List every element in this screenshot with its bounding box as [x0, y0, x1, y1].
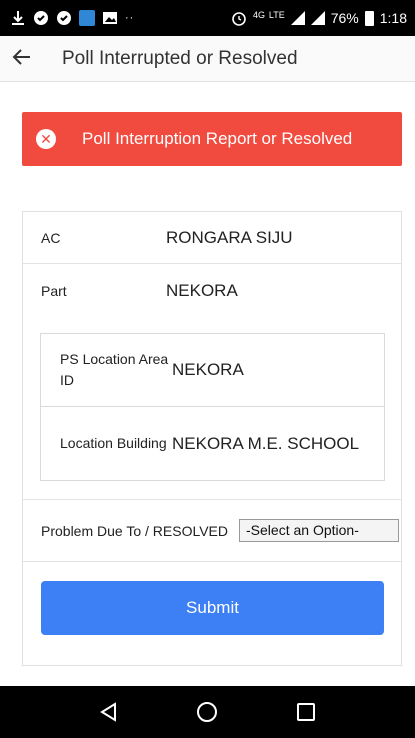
problem-label: Problem Due To / RESOLVED — [41, 522, 229, 539]
ps-location-value: NEKORA — [172, 360, 244, 379]
submit-label: Submit — [186, 598, 239, 617]
shield-icon — [56, 10, 72, 26]
part-row: Part NEKORA — [23, 264, 401, 317]
app-bar: Poll Interrupted or Resolved — [0, 36, 415, 82]
close-circle-icon: ✕ — [36, 129, 56, 149]
problem-row: Problem Due To / RESOLVED -Select an Opt… — [23, 499, 401, 562]
battery-icon — [364, 10, 374, 26]
signal-icon — [290, 11, 305, 25]
ac-label: AC — [41, 229, 61, 246]
ps-location-row: PS Location Area ID NEKORA — [41, 334, 384, 407]
page-title: Poll Interrupted or Resolved — [62, 47, 298, 69]
status-bar: ·· 4G LTE 76% 1:18 — [0, 0, 415, 36]
battery-percent: 76% — [330, 10, 359, 26]
ac-value: RONGARA SIJU — [166, 227, 293, 247]
ps-location-label: PS Location Area ID — [60, 351, 169, 388]
image-icon — [102, 10, 118, 26]
more-dots-icon: ·· — [125, 12, 135, 24]
sync-app-icon — [79, 10, 95, 26]
problem-select[interactable]: -Select an Option- — [239, 519, 400, 542]
signal-icon — [310, 11, 325, 25]
alert-text: Poll Interruption Report or Resolved — [82, 129, 353, 148]
submit-button[interactable]: Submit — [41, 581, 384, 635]
part-value: NEKORA — [166, 280, 238, 300]
call-4g-icon: 4G LTE — [253, 10, 285, 27]
details-card: AC RONGARA SIJU Part NEKORA PS Location … — [22, 211, 402, 666]
network-type: 4G — [252, 9, 265, 20]
status-bar-notifications: ·· — [10, 10, 134, 26]
download-icon — [10, 10, 26, 26]
shield-icon — [33, 10, 49, 26]
alarm-icon — [231, 10, 247, 26]
status-bar-system: 4G LTE 76% 1:18 — [231, 10, 407, 27]
lte-label: LTE — [268, 9, 285, 20]
ac-row: AC RONGARA SIJU — [23, 212, 401, 264]
back-arrow-icon[interactable] — [0, 46, 44, 72]
location-building-value: NEKORA M.E. SCHOOL — [172, 433, 360, 453]
location-building-row: Location Building NEKORA M.E. SCHOOL — [41, 407, 384, 480]
system-nav-bar — [0, 686, 415, 738]
clock: 1:18 — [379, 10, 407, 26]
location-table: PS Location Area ID NEKORA Location Buil… — [40, 333, 385, 481]
recents-square-icon[interactable] — [294, 700, 318, 724]
home-circle-icon[interactable] — [195, 700, 219, 724]
part-label: Part — [41, 282, 67, 299]
location-building-label: Location Building — [60, 435, 167, 451]
error-alert: ✕ Poll Interruption Report or Resolved — [22, 112, 402, 166]
back-triangle-icon[interactable] — [97, 700, 121, 724]
